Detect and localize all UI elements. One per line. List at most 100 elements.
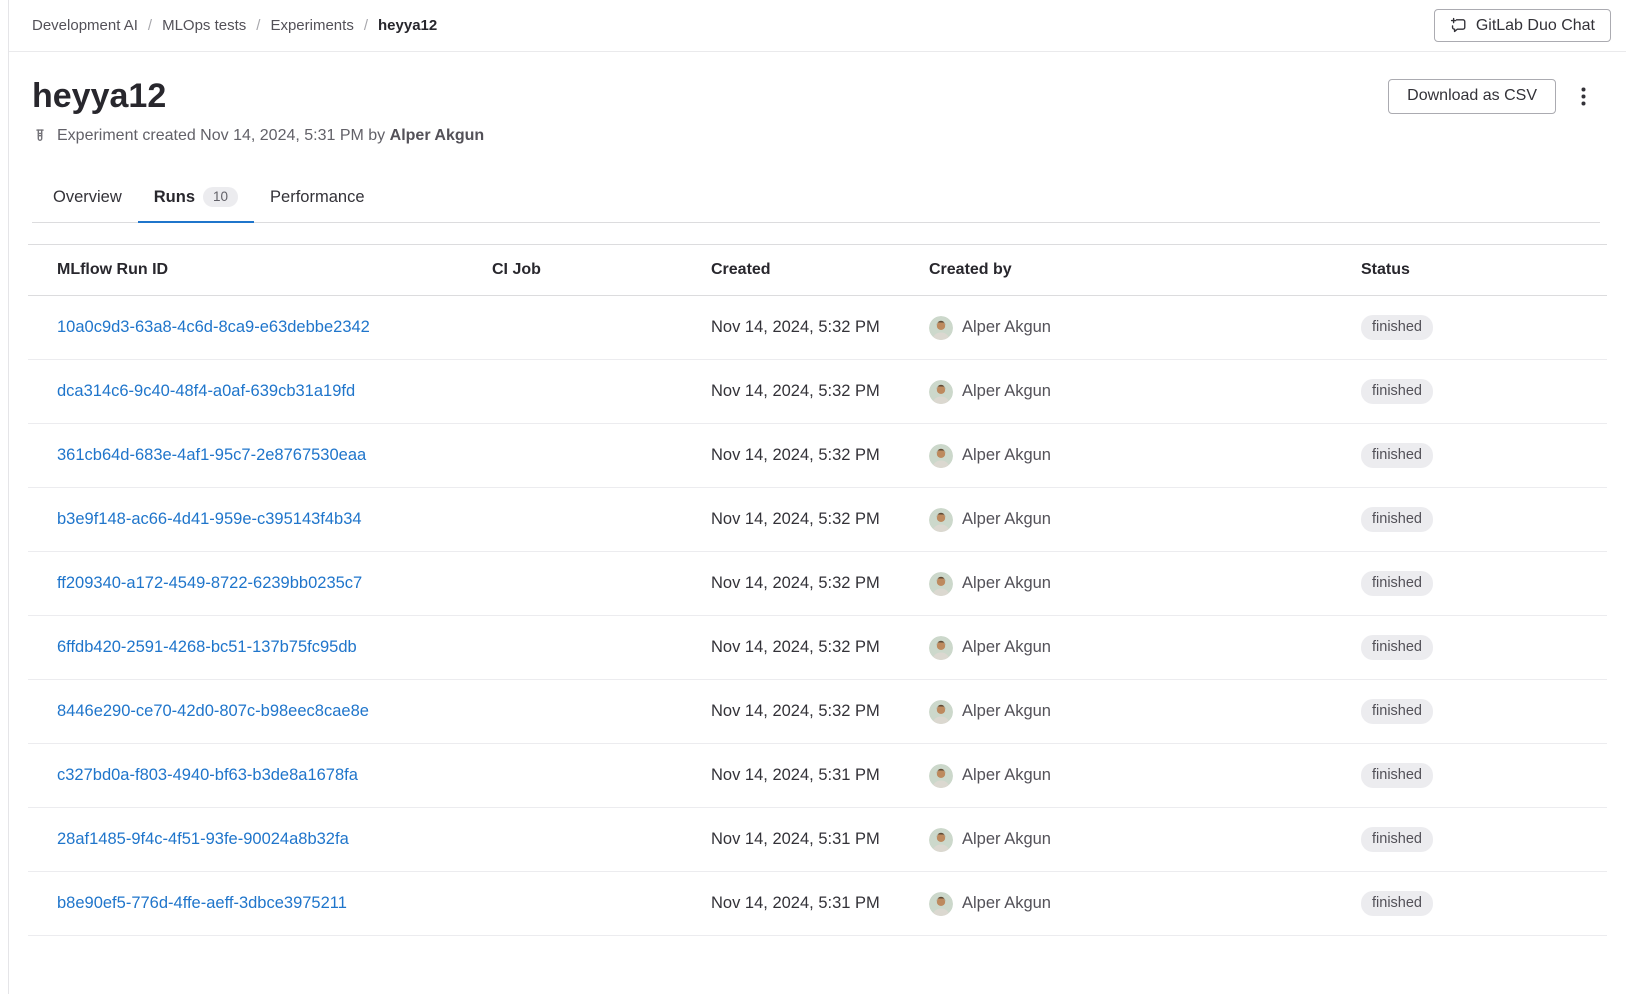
created-by-cell: Alper Akgun bbox=[929, 508, 1361, 532]
status-cell: finished bbox=[1361, 827, 1607, 852]
table-row: 361cb64d-683e-4af1-95c7-2e8767530eaa Nov… bbox=[28, 424, 1607, 488]
created-by-cell: Alper Akgun bbox=[929, 444, 1361, 468]
table-row: b3e9f148-ac66-4d41-959e-c395143f4b34 Nov… bbox=[28, 488, 1607, 552]
created-by-name: Alper Akgun bbox=[962, 574, 1051, 593]
status-cell: finished bbox=[1361, 763, 1607, 788]
run-id-link[interactable]: 10a0c9d3-63a8-4c6d-8ca9-e63debbe2342 bbox=[57, 318, 370, 337]
breadcrumb-item-mlops-tests[interactable]: MLOps tests bbox=[162, 17, 246, 34]
table-header-row: MLflow Run ID CI Job Created Created by … bbox=[28, 244, 1607, 296]
tab-performance-label: Performance bbox=[270, 188, 364, 207]
run-id-link[interactable]: b3e9f148-ac66-4d41-959e-c395143f4b34 bbox=[57, 510, 362, 529]
avatar bbox=[929, 764, 953, 788]
tab-runs[interactable]: Runs 10 bbox=[138, 174, 254, 223]
avatar bbox=[929, 316, 953, 340]
runs-table: MLflow Run ID CI Job Created Created by … bbox=[28, 244, 1607, 936]
download-csv-button[interactable]: Download as CSV bbox=[1388, 79, 1556, 114]
table-row: 6ffdb420-2591-4268-bc51-137b75fc95db Nov… bbox=[28, 616, 1607, 680]
run-id-link[interactable]: c327bd0a-f803-4940-bf63-b3de8a1678fa bbox=[57, 766, 358, 785]
column-header-created: Created bbox=[711, 245, 929, 295]
created-cell: Nov 14, 2024, 5:31 PM bbox=[711, 830, 929, 849]
breadcrumb-item-development-ai[interactable]: Development AI bbox=[32, 17, 138, 34]
created-by-name: Alper Akgun bbox=[962, 510, 1051, 529]
status-cell: finished bbox=[1361, 315, 1607, 340]
experiment-author: Alper Akgun bbox=[390, 127, 485, 144]
column-header-status: Status bbox=[1361, 245, 1607, 295]
status-cell: finished bbox=[1361, 635, 1607, 660]
duo-chat-icon bbox=[1450, 17, 1467, 34]
column-header-ci-job: CI Job bbox=[492, 245, 711, 295]
kebab-menu-icon bbox=[1581, 87, 1586, 106]
tab-overview[interactable]: Overview bbox=[37, 174, 138, 223]
avatar bbox=[929, 508, 953, 532]
created-by-cell: Alper Akgun bbox=[929, 892, 1361, 916]
column-header-run-id: MLflow Run ID bbox=[28, 245, 492, 295]
status-badge: finished bbox=[1361, 571, 1433, 596]
avatar bbox=[929, 700, 953, 724]
run-id-link[interactable]: 6ffdb420-2591-4268-bc51-137b75fc95db bbox=[57, 638, 357, 657]
created-by-name: Alper Akgun bbox=[962, 638, 1051, 657]
status-cell: finished bbox=[1361, 507, 1607, 532]
tab-performance[interactable]: Performance bbox=[254, 174, 380, 223]
experiment-test-tube-icon bbox=[32, 128, 48, 145]
run-id-cell: 28af1485-9f4c-4f51-93fe-90024a8b32fa bbox=[28, 830, 492, 849]
runs-count-badge: 10 bbox=[203, 187, 238, 207]
breadcrumb-bar: Development AI / MLOps tests / Experimen… bbox=[9, 0, 1626, 52]
table-row: 10a0c9d3-63a8-4c6d-8ca9-e63debbe2342 Nov… bbox=[28, 296, 1607, 360]
page-header: heyya12 Download as CSV bbox=[9, 76, 1626, 223]
status-badge: finished bbox=[1361, 379, 1433, 404]
duo-chat-label: GitLab Duo Chat bbox=[1476, 17, 1595, 35]
runs-table-body: 10a0c9d3-63a8-4c6d-8ca9-e63debbe2342 Nov… bbox=[28, 296, 1607, 936]
created-cell: Nov 14, 2024, 5:32 PM bbox=[711, 702, 929, 721]
created-cell: Nov 14, 2024, 5:32 PM bbox=[711, 510, 929, 529]
run-id-link[interactable]: 8446e290-ce70-42d0-807c-b98eec8cae8e bbox=[57, 702, 369, 721]
status-badge: finished bbox=[1361, 827, 1433, 852]
breadcrumb-item-experiments[interactable]: Experiments bbox=[270, 17, 353, 34]
run-id-link[interactable]: ff209340-a172-4549-8722-6239bb0235c7 bbox=[57, 574, 362, 593]
status-badge: finished bbox=[1361, 443, 1433, 468]
created-by-name: Alper Akgun bbox=[962, 702, 1051, 721]
created-cell: Nov 14, 2024, 5:31 PM bbox=[711, 894, 929, 913]
status-badge: finished bbox=[1361, 635, 1433, 660]
table-row: c327bd0a-f803-4940-bf63-b3de8a1678fa Nov… bbox=[28, 744, 1607, 808]
run-id-cell: 8446e290-ce70-42d0-807c-b98eec8cae8e bbox=[28, 702, 492, 721]
breadcrumb: Development AI / MLOps tests / Experimen… bbox=[32, 17, 437, 34]
avatar bbox=[929, 444, 953, 468]
run-id-link[interactable]: 28af1485-9f4c-4f51-93fe-90024a8b32fa bbox=[57, 830, 349, 849]
breadcrumb-separator: / bbox=[364, 17, 368, 34]
status-cell: finished bbox=[1361, 699, 1607, 724]
avatar bbox=[929, 380, 953, 404]
created-by-cell: Alper Akgun bbox=[929, 572, 1361, 596]
run-id-cell: b3e9f148-ac66-4d41-959e-c395143f4b34 bbox=[28, 510, 492, 529]
created-cell: Nov 14, 2024, 5:32 PM bbox=[711, 446, 929, 465]
avatar bbox=[929, 572, 953, 596]
column-header-created-by: Created by bbox=[929, 245, 1361, 295]
run-id-link[interactable]: 361cb64d-683e-4af1-95c7-2e8767530eaa bbox=[57, 446, 366, 465]
created-by-name: Alper Akgun bbox=[962, 894, 1051, 913]
status-badge: finished bbox=[1361, 699, 1433, 724]
avatar bbox=[929, 828, 953, 852]
created-by-cell: Alper Akgun bbox=[929, 700, 1361, 724]
created-by-name: Alper Akgun bbox=[962, 766, 1051, 785]
table-row: ff209340-a172-4549-8722-6239bb0235c7 Nov… bbox=[28, 552, 1607, 616]
gitlab-duo-chat-button[interactable]: GitLab Duo Chat bbox=[1434, 9, 1611, 42]
status-badge: finished bbox=[1361, 891, 1433, 916]
more-actions-button[interactable] bbox=[1566, 79, 1600, 114]
run-id-link[interactable]: b8e90ef5-776d-4ffe-aeff-3dbce3975211 bbox=[57, 894, 347, 913]
status-cell: finished bbox=[1361, 891, 1607, 916]
created-cell: Nov 14, 2024, 5:31 PM bbox=[711, 766, 929, 785]
breadcrumb-separator: / bbox=[256, 17, 260, 34]
page-container: Development AI / MLOps tests / Experimen… bbox=[8, 0, 1626, 994]
experiment-meta: Experiment created Nov 14, 2024, 5:31 PM… bbox=[32, 127, 1600, 145]
run-id-cell: 361cb64d-683e-4af1-95c7-2e8767530eaa bbox=[28, 446, 492, 465]
run-id-cell: 10a0c9d3-63a8-4c6d-8ca9-e63debbe2342 bbox=[28, 318, 492, 337]
status-badge: finished bbox=[1361, 315, 1433, 340]
status-cell: finished bbox=[1361, 571, 1607, 596]
run-id-cell: ff209340-a172-4549-8722-6239bb0235c7 bbox=[28, 574, 492, 593]
breadcrumb-current: heyya12 bbox=[378, 17, 437, 34]
created-by-cell: Alper Akgun bbox=[929, 636, 1361, 660]
run-id-link[interactable]: dca314c6-9c40-48f4-a0af-639cb31a19fd bbox=[57, 382, 355, 401]
breadcrumb-separator: / bbox=[148, 17, 152, 34]
table-row: b8e90ef5-776d-4ffe-aeff-3dbce3975211 Nov… bbox=[28, 872, 1607, 936]
run-id-cell: b8e90ef5-776d-4ffe-aeff-3dbce3975211 bbox=[28, 894, 492, 913]
created-cell: Nov 14, 2024, 5:32 PM bbox=[711, 574, 929, 593]
